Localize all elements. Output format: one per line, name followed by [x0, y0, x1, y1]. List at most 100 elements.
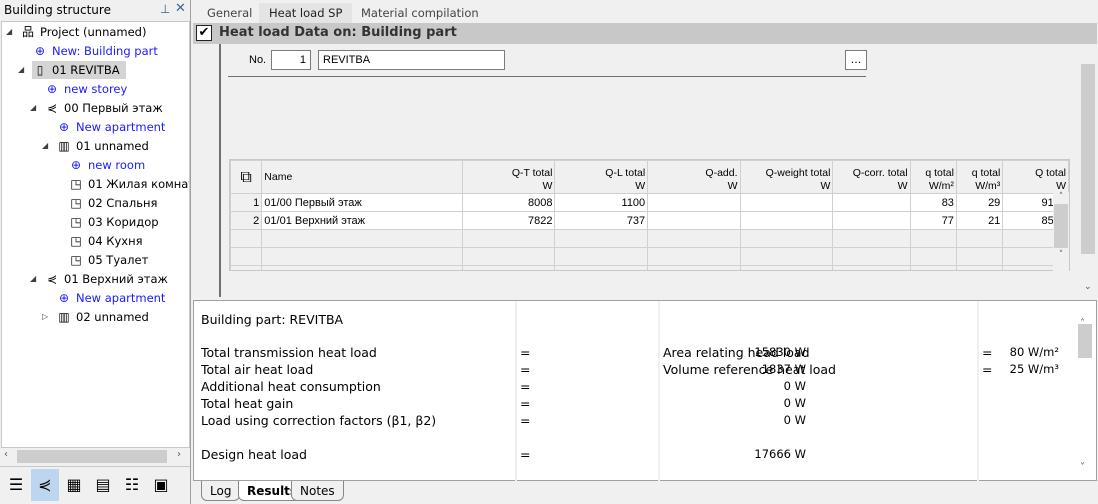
tree-item[interactable]: ⊕ new storey	[44, 80, 127, 98]
column-header[interactable]: Q-corr. total W	[832, 160, 911, 194]
tree-item[interactable]: ◢ 品 Project (unnamed)	[6, 23, 147, 41]
tree-horizontal-scrollbar[interactable]: ‹ ›	[1, 448, 190, 465]
scroll-down-icon[interactable]: ˅	[1053, 250, 1069, 260]
column-header[interactable]: Q-L total W	[554, 160, 649, 194]
tree-item[interactable]: ◳ 04 Кухня	[68, 232, 142, 250]
table-cell[interactable]	[647, 211, 741, 230]
table-cell[interactable]	[832, 211, 911, 230]
collapse-icon[interactable]: ◢	[30, 99, 36, 117]
heating-view-icon[interactable]: ▦	[60, 469, 88, 501]
tab-notes[interactable]: Notes	[291, 481, 344, 501]
pin-icon[interactable]: ⊥	[160, 2, 170, 16]
table-cell[interactable]: 737	[554, 211, 649, 230]
scroll-thumb[interactable]	[17, 450, 167, 463]
browse-button[interactable]: ...	[845, 50, 867, 70]
collapse-icon[interactable]: ◢	[30, 270, 36, 288]
tree-item[interactable]: ◳ 03 Коридор	[68, 213, 158, 231]
scroll-down-icon[interactable]: ⌄	[1084, 282, 1092, 292]
tree-item-label: New apartment	[76, 120, 166, 134]
storey-icon: ⋞	[46, 101, 58, 115]
scroll-down-icon[interactable]: ˅	[1080, 462, 1085, 473]
collapse-icon[interactable]: ◢	[42, 137, 48, 155]
table-row[interactable]: 101/00 Первый этаж8008110083299108	[230, 193, 1069, 212]
column-header[interactable]: Q-weight total W	[739, 160, 834, 194]
tree-item[interactable]: ◳ 05 Туалет	[68, 251, 148, 269]
column-header[interactable]: Q total W	[1002, 160, 1069, 194]
tree-item[interactable]: ▷ ▥ 02 unnamed	[42, 308, 149, 326]
result-label: Total heat gain	[201, 396, 294, 411]
table-cell[interactable]: 01/01 Верхний этаж	[261, 211, 463, 230]
column-separator	[977, 301, 979, 481]
scroll-thumb[interactable]	[1078, 324, 1092, 358]
table-cell[interactable]: 77	[909, 211, 957, 230]
tab-material-compilation[interactable]: Material compilation	[351, 3, 489, 23]
tree-item[interactable]: ⊕ new room	[68, 156, 145, 174]
scroll-thumb[interactable]	[1054, 204, 1068, 248]
add-icon: ⊕	[46, 82, 58, 96]
collapse-icon[interactable]: ◢	[18, 61, 24, 79]
results-vertical-scrollbar[interactable]: ˄ ˅	[1076, 318, 1094, 480]
copy-icon[interactable]: ⧉	[230, 160, 263, 194]
scroll-left-icon[interactable]: ‹	[4, 449, 8, 460]
room-icon: ◳	[70, 253, 82, 267]
tree-item[interactable]: ◢ ▯ 01 REVITBA	[18, 61, 126, 79]
room-icon: ◳	[70, 177, 82, 191]
tree-item[interactable]: ◳ 01 Жилая комната	[68, 175, 189, 193]
column-header[interactable]: Name	[261, 160, 463, 194]
column-header[interactable]: Q-add. W	[647, 160, 741, 194]
table-cell[interactable]	[832, 193, 911, 212]
close-icon[interactable]: ✕	[175, 1, 186, 16]
column-header[interactable]: q total W/m³	[955, 160, 1004, 194]
tree-item[interactable]: ◢ ⋞ 00 Первый этаж	[30, 99, 163, 117]
table-cell[interactable]	[739, 193, 834, 212]
number-field[interactable]: 1	[271, 50, 311, 70]
grid-vertical-scrollbar[interactable]: ˄ ˅	[1053, 192, 1069, 271]
column-header[interactable]: q total W/m²	[909, 160, 957, 194]
tree-item[interactable]: ◳ 02 Спальня	[68, 194, 157, 212]
tree-item[interactable]: ◢ ⋞ 01 Верхний этаж	[30, 270, 168, 288]
layers-view-icon[interactable]: ☷	[118, 469, 146, 501]
table-cell[interactable]: 83	[909, 193, 957, 212]
table-cell[interactable]: 21	[955, 211, 1004, 230]
list-view-icon[interactable]: ☰	[2, 469, 30, 501]
document-view-icon[interactable]: ▤	[89, 469, 117, 501]
building-tree: ◢ 品 Project (unnamed) ⊕ New: Building part ◢ ▯…	[1, 21, 190, 448]
table-cell[interactable]: 7822	[461, 211, 556, 230]
result-eq: =	[982, 345, 993, 360]
tree-item-label: 02 unnamed	[76, 310, 149, 324]
tab-log[interactable]: Log	[201, 481, 241, 501]
tree-item[interactable]: ⊕ New apartment	[56, 118, 165, 136]
building-structure-panel: Building structure ⊥ ✕ ◢ 品 Project (unname…	[0, 0, 191, 504]
scroll-up-icon[interactable]: ˄	[1053, 192, 1069, 202]
tree-item-label: Project (unnamed)	[40, 25, 147, 39]
column-header[interactable]: Q-T total W	[461, 160, 556, 194]
scroll-thumb[interactable]	[1081, 64, 1095, 254]
table-row[interactable]: 201/01 Верхний этаж782273777218558	[230, 211, 1069, 230]
table-cell[interactable]: 8008	[461, 193, 556, 212]
tree-item[interactable]: ⊕ New: Building part	[32, 42, 158, 60]
tree-item[interactable]: ⊕ New apartment	[56, 289, 165, 307]
tree-item[interactable]: ◢ ▥ 01 unnamed	[42, 137, 149, 155]
section-checkbox[interactable]: ✔	[196, 25, 212, 41]
scroll-right-icon[interactable]: ›	[177, 449, 181, 460]
result-eq: =	[520, 379, 531, 394]
content-vertical-scrollbar[interactable]: ⌄	[1079, 44, 1097, 297]
card-view-icon[interactable]: ▣	[147, 469, 175, 501]
table-cell[interactable]: 1100	[554, 193, 649, 212]
structure-view-icon[interactable]: ⋞	[31, 469, 59, 501]
table-cell[interactable]	[739, 211, 834, 230]
result-label: Total transmission heat load	[201, 345, 377, 360]
view-toolbar: ☰ ⋞ ▦ ▤ ☷ ▣	[0, 466, 190, 502]
column-separator	[658, 301, 660, 481]
tree-item-label: 01 Верхний этаж	[64, 272, 168, 286]
table-cell[interactable]	[647, 193, 741, 212]
name-field[interactable]: REVITBA	[318, 50, 505, 70]
expand-icon[interactable]: ▷	[42, 308, 48, 326]
tab-general[interactable]: General	[197, 3, 262, 23]
tab-heat-load-sp[interactable]: Heat load SP	[259, 3, 353, 23]
table-cell[interactable]: 01/00 Первый этаж	[261, 193, 463, 212]
collapse-icon[interactable]: ◢	[6, 23, 12, 41]
room-icon: ◳	[70, 234, 82, 248]
tree-item-label: 01 Жилая комната	[88, 177, 189, 191]
table-cell[interactable]: 29	[955, 193, 1004, 212]
